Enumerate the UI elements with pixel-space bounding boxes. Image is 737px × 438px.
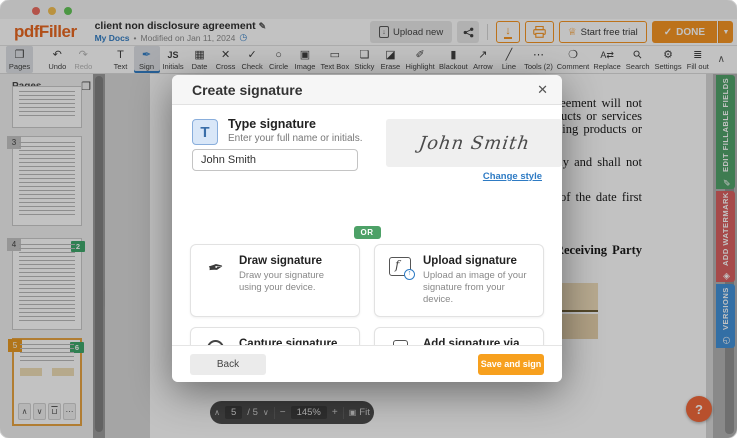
modal-header: Create signature ✕	[172, 75, 562, 105]
save-and-sign-button[interactable]: Save and sign	[478, 354, 544, 375]
signature-preview-text: John Smith	[417, 133, 531, 154]
modal-title: Create signature	[192, 82, 302, 98]
close-modal-button[interactable]: ✕	[537, 82, 548, 98]
draw-signature-card[interactable]: ✒ Draw signature Draw your signature usi…	[190, 244, 360, 317]
type-signature-section: T Type signature Enter your full name or…	[190, 117, 544, 144]
signature-preview: John Smith	[386, 119, 562, 167]
change-style-link[interactable]: Change style	[483, 171, 542, 182]
signature-name-input[interactable]	[192, 149, 358, 171]
upload-signature-card[interactable]: f↑ Upload signature Upload an image of y…	[374, 244, 544, 317]
or-badge: OR	[354, 226, 381, 239]
back-button[interactable]: Back	[190, 354, 266, 375]
app-window: pdfFiller client non disclosure agreemen…	[0, 0, 737, 438]
type-signature-icon: T	[192, 119, 218, 145]
or-divider: OR	[190, 222, 544, 236]
modal-footer: Back Save and sign	[172, 345, 562, 382]
create-signature-modal: Create signature ✕ T Type signature Ente…	[172, 75, 562, 382]
upload-signature-icon: f↑	[389, 257, 411, 276]
modal-body: T Type signature Enter your full name or…	[172, 105, 562, 382]
draw-pen-icon: ✒	[206, 256, 226, 281]
